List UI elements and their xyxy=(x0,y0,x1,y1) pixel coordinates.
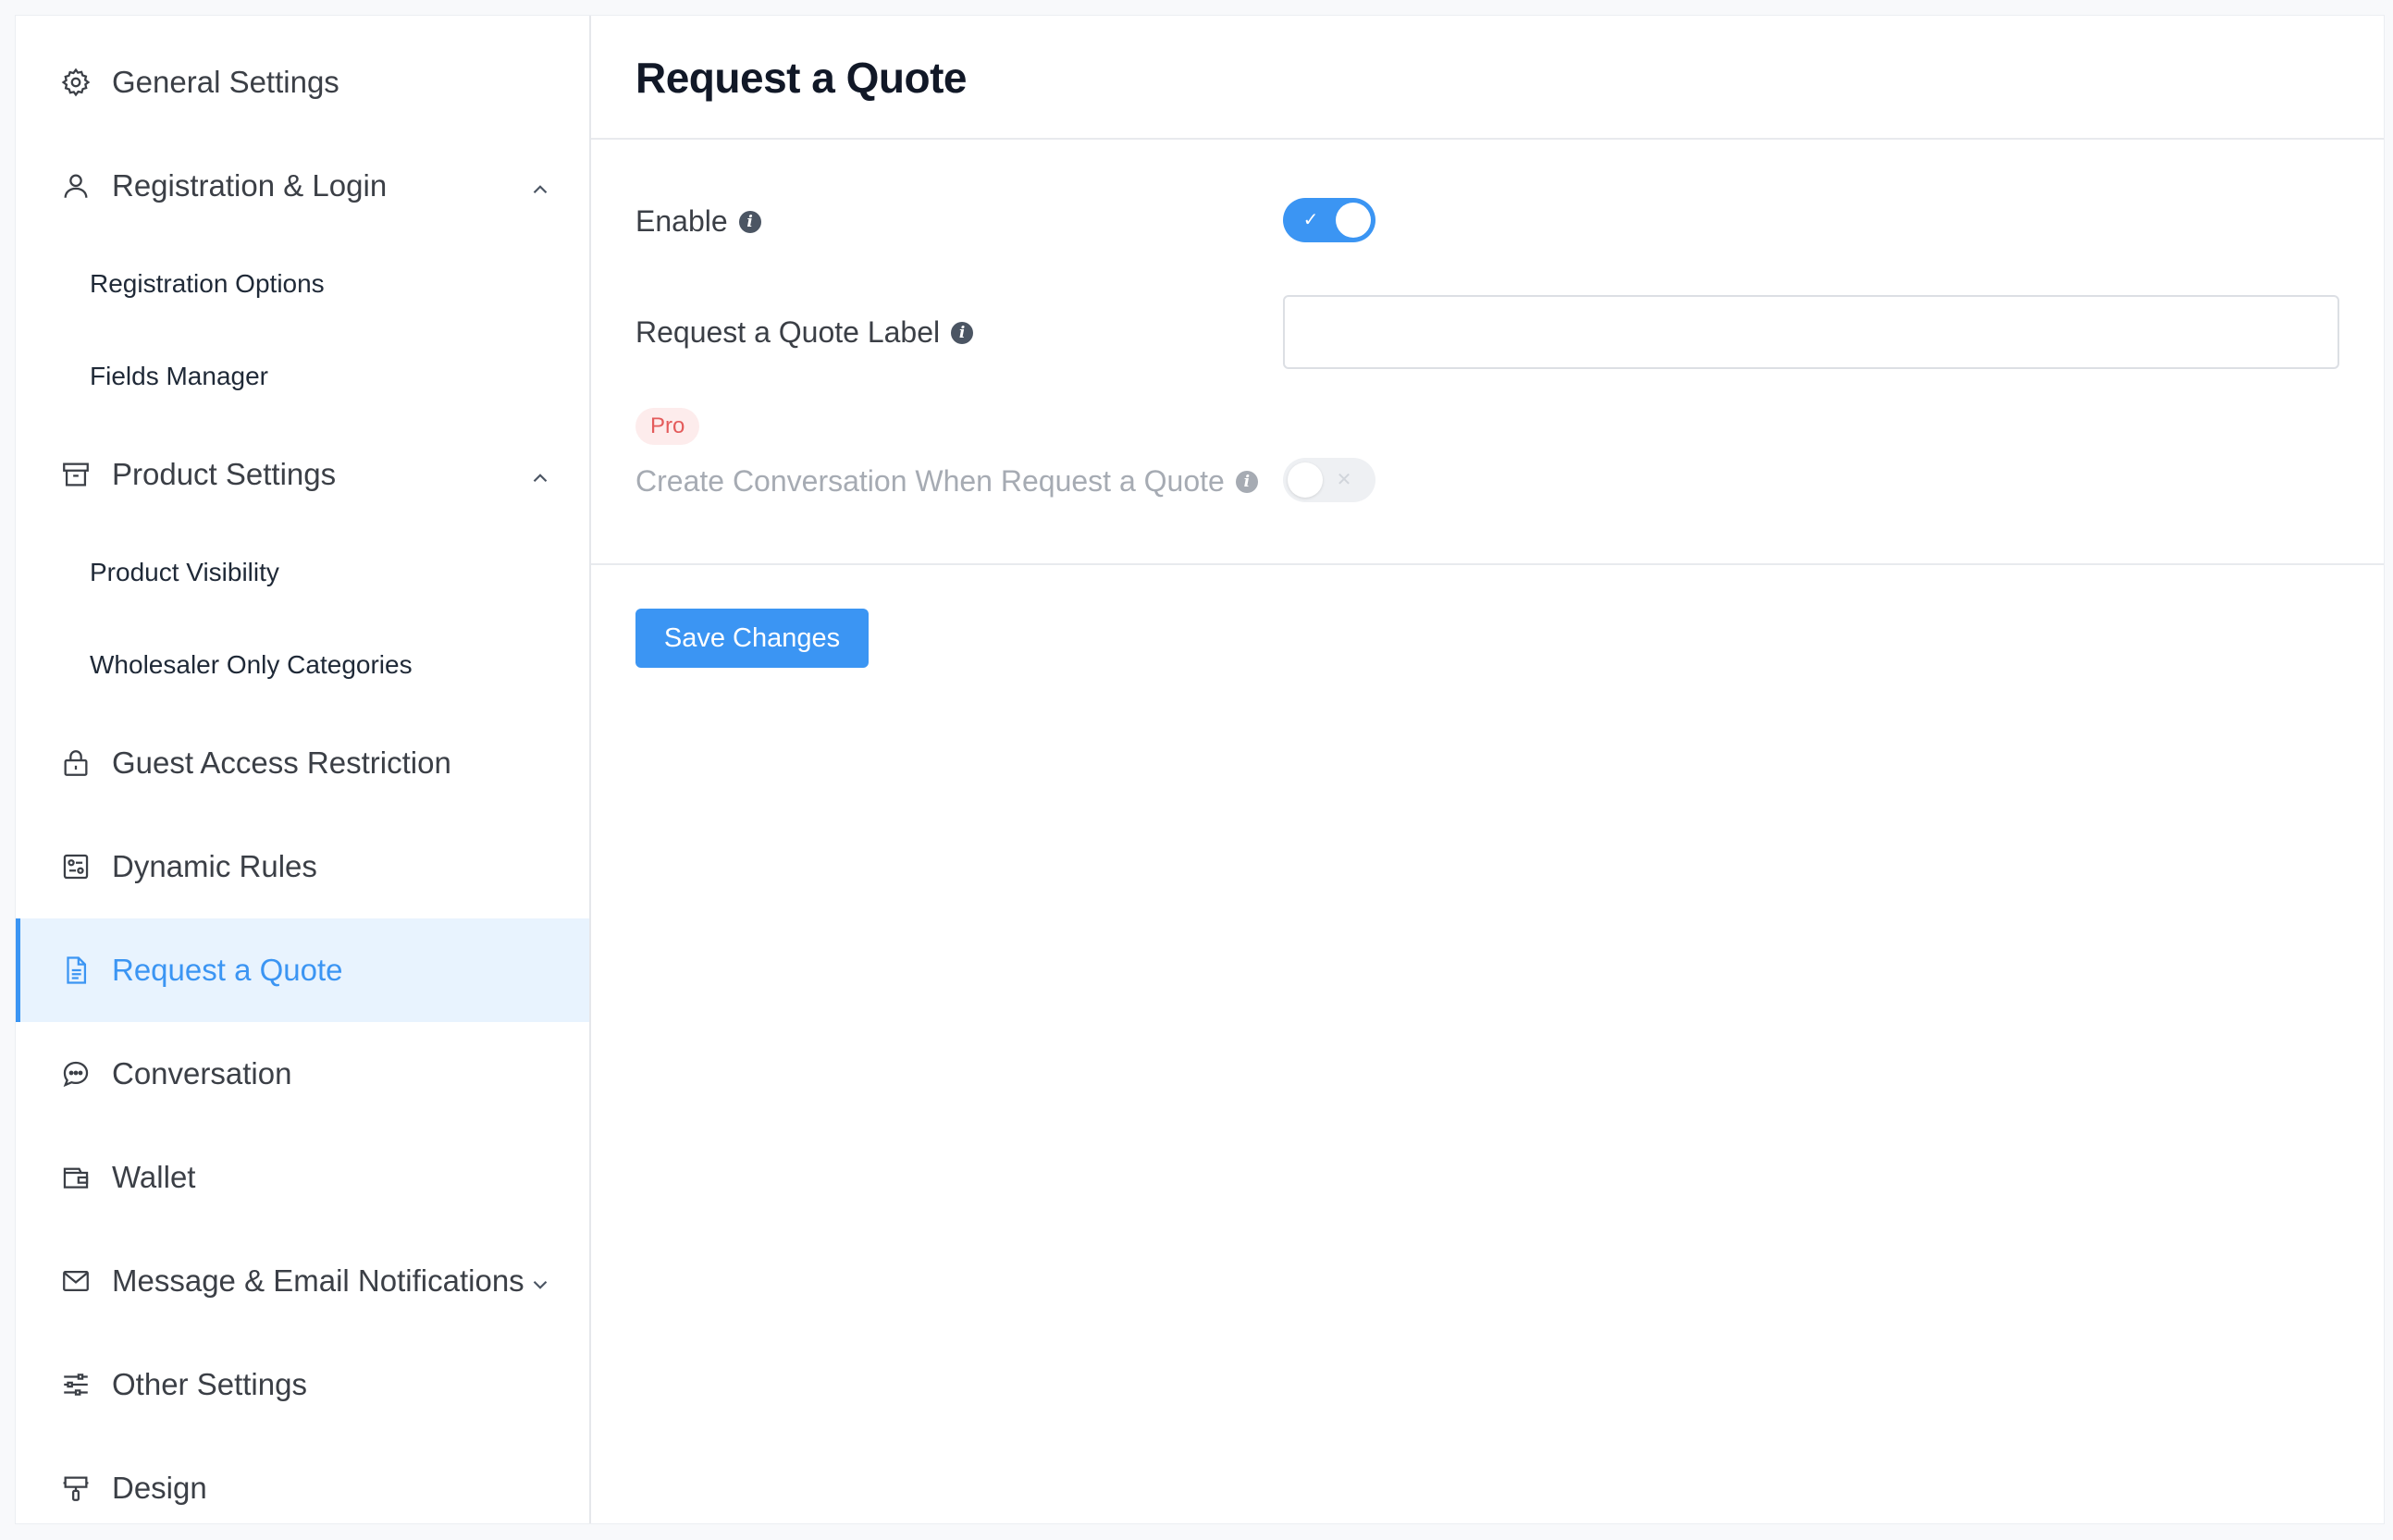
quote-label-label: Request a Quote Label xyxy=(635,315,941,349)
sidebar-item-general-settings[interactable]: General Settings xyxy=(16,31,589,134)
envelope-icon xyxy=(58,1263,93,1299)
sliders-icon xyxy=(58,1367,93,1402)
sidebar-subitem-registration-options[interactable]: Registration Options xyxy=(16,238,589,330)
sidebar-item-conversation[interactable]: Conversation xyxy=(16,1022,589,1126)
sidebar-item-design[interactable]: Design xyxy=(16,1436,589,1540)
sidebar-item-request-a-quote[interactable]: Request a Quote xyxy=(16,918,589,1022)
paint-brush-icon xyxy=(58,1471,93,1506)
enable-label: Enable xyxy=(635,204,728,238)
toggle-knob xyxy=(1288,462,1323,498)
settings-window: General Settings Registration & Login Re… xyxy=(15,15,2385,1524)
chat-bubble-icon xyxy=(58,1056,93,1091)
create-conversation-toggle[interactable]: ✕ xyxy=(1283,458,1375,502)
sidebar-item-registration-login[interactable]: Registration & Login xyxy=(16,134,589,238)
sidebar-item-label: Request a Quote xyxy=(112,953,343,987)
rules-icon xyxy=(58,849,93,884)
form-divider xyxy=(591,563,2384,565)
chevron-up-icon[interactable] xyxy=(528,462,552,487)
archive-box-icon xyxy=(58,457,93,492)
sidebar-item-label: Wallet xyxy=(112,1160,196,1194)
wallet-icon xyxy=(58,1160,93,1195)
sidebar-item-label: Product Settings xyxy=(112,457,337,491)
sidebar-item-label: Dynamic Rules xyxy=(112,849,317,883)
save-changes-button[interactable]: Save Changes xyxy=(635,609,869,668)
create-conversation-field-label: Create Conversation When Request a Quote… xyxy=(635,464,1258,499)
sidebar-item-label: Other Settings xyxy=(112,1367,307,1401)
chevron-up-icon[interactable] xyxy=(528,174,552,198)
sidebar-item-message-email-notifications[interactable]: Message & Email Notifications xyxy=(16,1229,589,1333)
pro-badge: Pro xyxy=(635,408,700,445)
header-divider xyxy=(591,138,2384,140)
sidebar-item-label: Message & Email Notifications xyxy=(112,1263,524,1298)
user-icon xyxy=(58,168,93,203)
sidebar-item-label: General Settings xyxy=(112,65,339,99)
sidebar-item-label: Design xyxy=(112,1471,207,1505)
chevron-down-icon[interactable] xyxy=(528,1269,552,1293)
sidebar-item-label: Registration Options xyxy=(90,269,325,298)
sidebar-item-label: Conversation xyxy=(112,1056,292,1090)
info-icon[interactable]: i xyxy=(1235,470,1258,493)
sidebar-item-product-settings[interactable]: Product Settings xyxy=(16,423,589,526)
sidebar-item-dynamic-rules[interactable]: Dynamic Rules xyxy=(16,815,589,918)
sidebar-item-label: Product Visibility xyxy=(90,558,279,586)
toggle-knob xyxy=(1336,203,1371,238)
page-title: Request a Quote xyxy=(635,54,968,102)
sidebar-item-label: Wholesaler Only Categories xyxy=(90,650,413,679)
gear-icon xyxy=(58,65,93,100)
info-icon[interactable]: i xyxy=(738,210,761,233)
enable-toggle[interactable]: ✓ xyxy=(1283,198,1375,242)
sidebar-item-guest-access-restriction[interactable]: Guest Access Restriction xyxy=(16,711,589,815)
sidebar: General Settings Registration & Login Re… xyxy=(16,16,591,1523)
enable-field-label: Enable i xyxy=(635,204,761,239)
create-conversation-label: Create Conversation When Request a Quote xyxy=(635,464,1225,498)
sidebar-subitem-wholesaler-only-categories[interactable]: Wholesaler Only Categories xyxy=(16,619,589,711)
sidebar-subitem-product-visibility[interactable]: Product Visibility xyxy=(16,526,589,619)
x-icon: ✕ xyxy=(1336,470,1352,490)
sidebar-item-label: Registration & Login xyxy=(112,168,388,203)
sidebar-item-wallet[interactable]: Wallet xyxy=(16,1126,589,1229)
sidebar-item-label: Fields Manager xyxy=(90,362,268,390)
sidebar-subitem-fields-manager[interactable]: Fields Manager xyxy=(16,330,589,423)
quote-label-field-label: Request a Quote Label i xyxy=(635,315,974,350)
sidebar-item-other-settings[interactable]: Other Settings xyxy=(16,1333,589,1436)
document-icon xyxy=(58,953,93,988)
quote-label-input[interactable] xyxy=(1283,295,2339,369)
sidebar-item-label: Guest Access Restriction xyxy=(112,745,451,780)
lock-icon xyxy=(58,745,93,781)
info-icon[interactable]: i xyxy=(951,321,974,344)
main-panel: Request a Quote Enable i ✓ Request a Quo… xyxy=(591,16,2384,1523)
check-icon: ✓ xyxy=(1302,210,1319,230)
